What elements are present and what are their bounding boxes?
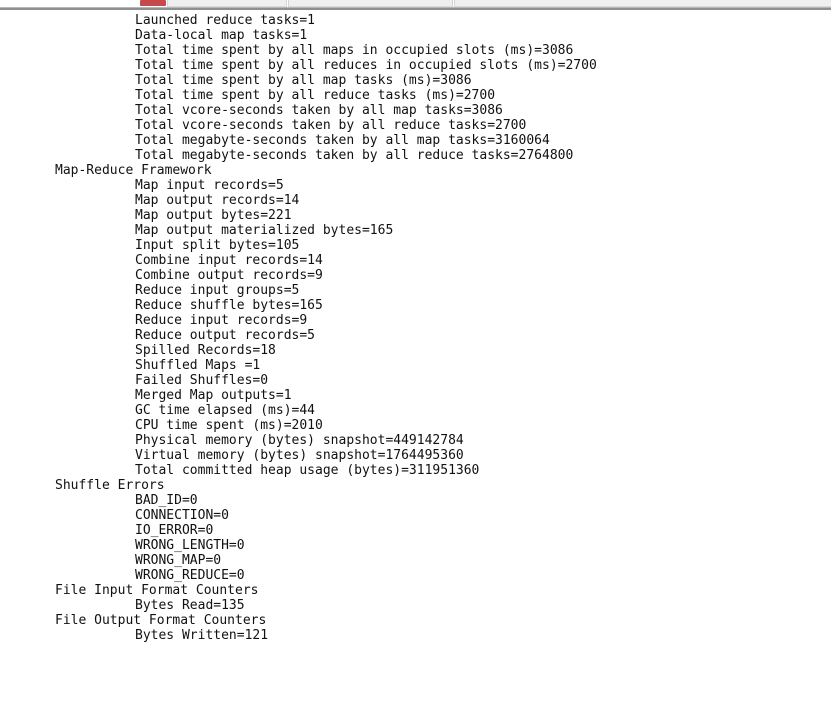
console-output-pane[interactable]: Launched reduce tasks=1 Data-local map ta… <box>0 10 831 702</box>
counter-line: Reduce input groups=5 <box>135 283 300 298</box>
toolbar-segment-2[interactable] <box>288 0 453 7</box>
counter-line: Bytes Read=135 <box>135 598 245 613</box>
counter-line: Spilled Records=18 <box>135 343 276 358</box>
counter-line: Map output records=14 <box>135 193 300 208</box>
counter-line: Total megabyte-seconds taken by all map … <box>135 133 550 148</box>
counter-line: Reduce input records=9 <box>135 313 308 328</box>
counter-line: Bytes Written=121 <box>135 628 269 643</box>
counter-line: Combine output records=9 <box>135 268 323 283</box>
counter-line: IO_ERROR=0 <box>135 523 214 538</box>
counter-line: Launched reduce tasks=1 <box>135 13 316 28</box>
counter-group-header: File Input Format Counters <box>55 583 259 598</box>
counter-line: CONNECTION=0 <box>135 508 229 523</box>
toolbar-segment-3[interactable] <box>454 0 831 7</box>
toolbar-segment-1[interactable] <box>167 0 287 7</box>
counter-line: Total time spent by all maps in occupied… <box>135 43 574 58</box>
counter-line: Shuffled Maps =1 <box>135 358 261 373</box>
counter-line: WRONG_MAP=0 <box>135 553 222 568</box>
counter-line: Total vcore-seconds taken by all map tas… <box>135 103 503 118</box>
counter-line: GC time elapsed (ms)=44 <box>135 403 316 418</box>
counter-line: Map output materialized bytes=165 <box>135 223 394 238</box>
counter-group-header: Shuffle Errors <box>55 478 165 493</box>
counter-line: Failed Shuffles=0 <box>135 373 269 388</box>
counter-line: Map input records=5 <box>135 178 284 193</box>
counter-line: Data-local map tasks=1 <box>135 28 308 43</box>
counter-line: Reduce shuffle bytes=165 <box>135 298 323 313</box>
counter-line: BAD_ID=0 <box>135 493 198 508</box>
counter-line: Total vcore-seconds taken by all reduce … <box>135 118 527 133</box>
log-line-list: Launched reduce tasks=1 Data-local map ta… <box>0 13 831 643</box>
counter-line: Combine input records=14 <box>135 253 323 268</box>
counter-line: Total time spent by all map tasks (ms)=3… <box>135 73 472 88</box>
counter-line: WRONG_REDUCE=0 <box>135 568 245 583</box>
counter-group-header: File Output Format Counters <box>55 613 267 628</box>
counter-line: Virtual memory (bytes) snapshot=17644953… <box>135 448 464 463</box>
counter-group-header: Map-Reduce Framework <box>55 163 212 178</box>
counter-line: Physical memory (bytes) snapshot=4491427… <box>135 433 464 448</box>
counter-line: Total megabyte-seconds taken by all redu… <box>135 148 574 163</box>
counter-line: Map output bytes=221 <box>135 208 292 223</box>
counter-line: Input split bytes=105 <box>135 238 300 253</box>
counter-line: Total time spent by all reduce tasks (ms… <box>135 88 496 103</box>
counter-line: Reduce output records=5 <box>135 328 316 343</box>
counter-line: WRONG_LENGTH=0 <box>135 538 245 553</box>
record-indicator-icon <box>140 0 166 6</box>
counter-line: Total time spent by all reduces in occup… <box>135 58 597 73</box>
counter-line: Merged Map outputs=1 <box>135 388 292 403</box>
counter-line: Total committed heap usage (bytes)=31195… <box>135 463 480 478</box>
window-top-chrome <box>0 0 831 7</box>
counter-line: CPU time spent (ms)=2010 <box>135 418 323 433</box>
